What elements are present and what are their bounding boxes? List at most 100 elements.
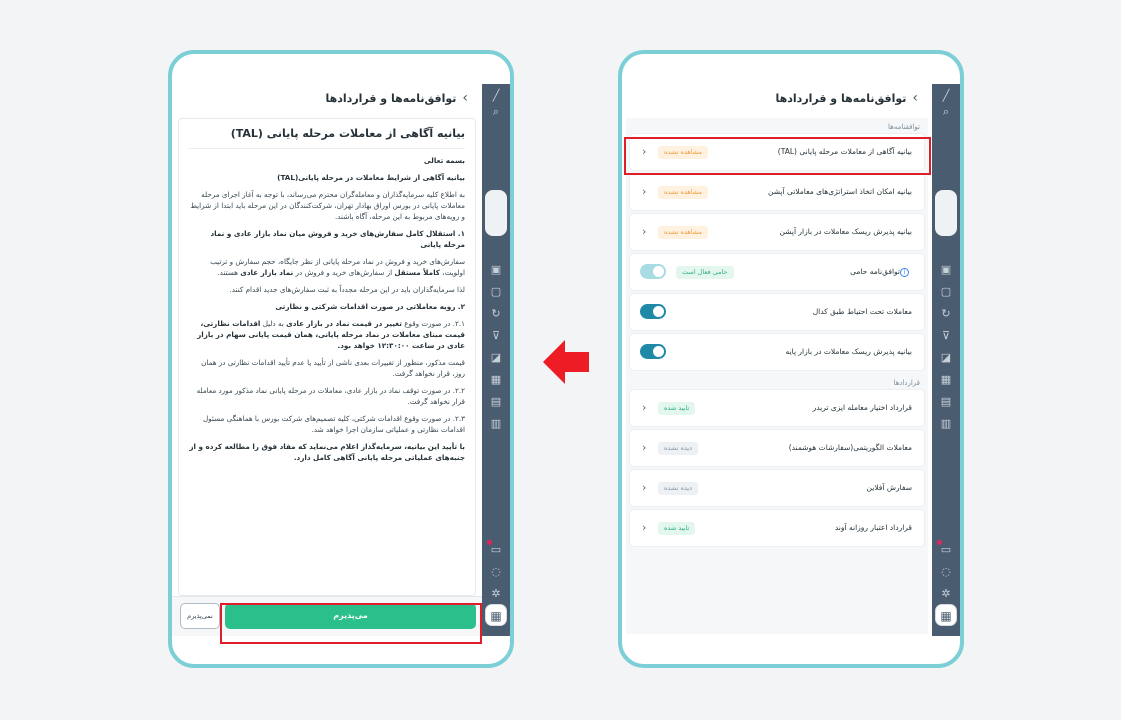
settings-icon[interactable]: ✲ (938, 586, 954, 602)
menu-icon[interactable]: ╱ (938, 88, 954, 104)
s1-text-e: هستند. (217, 268, 238, 277)
item-label: معاملات الگوریتمی(سفارشات هوشمند) (788, 443, 912, 452)
chart-icon[interactable]: ◪ (938, 350, 954, 366)
doc-section-21: ۲.۱. در صورت وقوع تغییر در قیمت نماد در … (189, 318, 465, 351)
doc-section-1-body: سفارش‌های خرید و فروش در نماد مرحله پایا… (189, 256, 465, 278)
doc-section-1-title: ۱. استقلال کامل سفارش‌های خرید و فروش می… (210, 229, 465, 249)
side-rail: ╱ ⌕ ▣ ▢ ↻ ⊽ ◪ ▦ ▤ ▥ ▭ ◌ ✲ (932, 84, 960, 636)
status-badge: تایید شده (658, 402, 696, 415)
refresh-icon[interactable]: ↻ (488, 306, 504, 322)
item-label: سفارش آفلاین (866, 483, 912, 492)
list-item-contract-avand[interactable]: قرارداد اعتبار روزانه آوند تایید شده ‹ (630, 510, 924, 546)
chart-icon[interactable]: ◪ (488, 350, 504, 366)
codal-caution-toggle[interactable] (640, 304, 666, 319)
filter-icon[interactable]: ⊽ (938, 328, 954, 344)
status-badge: مشاهده نشده (658, 186, 708, 199)
chevron-left-icon: ‹ (642, 225, 647, 238)
gift-icon[interactable]: ▣ (488, 262, 504, 278)
info-icon[interactable]: i (900, 267, 909, 277)
accept-highlight-box (220, 603, 482, 644)
tal-item-highlight-box (624, 137, 931, 175)
page-title: توافق‌نامه‌ها و قراردادها (325, 91, 457, 105)
doc-section-22: ۲.۲. در صورت توقف نماد در بازار عادی، مع… (196, 386, 465, 406)
search-icon[interactable]: ⌕ (488, 104, 504, 120)
s1-text-d: نماد بازار عادی (240, 268, 294, 277)
item-label: قرارداد اعتبار روزانه آوند (834, 523, 912, 532)
doc-intro: به اطلاع کلیه سرمایه‌گذاران و معامله‌گرا… (190, 190, 465, 221)
page-header: توافق‌نامه‌ها و قراردادها ‹ (172, 82, 482, 114)
list-item-sponsor-agreement: iتوافق‌نامه حامی حامی فعال است (630, 254, 924, 290)
item-label: بیانیه پذیرش ریسک معاملات در بازار آپشن (779, 227, 912, 236)
item-label: بیانیه امکان اتخاذ استراتژی‌های معاملاتی… (768, 187, 912, 196)
rail-active-tab[interactable] (485, 190, 507, 236)
doc-section-2-title: ۲. رویه معاملاتی در صورت اقدامات شرکتی و… (275, 302, 465, 311)
doc-final: با تأیید این بیانیه، سرمایه‌گذار اعلام م… (189, 442, 465, 462)
menu-icon[interactable]: ╱ (488, 88, 504, 104)
s21-text-c: به دلیل (262, 319, 284, 328)
status-badge: دیده نشده (658, 442, 699, 455)
list-item-contract-algo[interactable]: معاملات الگوریتمی(سفارشات هوشمند) دیده ن… (630, 430, 924, 466)
section-contracts-label: قراردادها (893, 379, 920, 387)
bar-chart-icon[interactable]: ▥ (488, 416, 504, 432)
search-icon[interactable]: ⌕ (938, 104, 954, 120)
status-badge: دیده نشده (658, 482, 699, 495)
rail-active-tab[interactable] (935, 190, 957, 236)
statement-document: بیانیه آگاهی از معاملات مرحله پایانی (TA… (178, 118, 476, 596)
item-label: قرارداد اختیار معامله ایزی تریدر (812, 403, 912, 412)
wallet-icon[interactable]: ▢ (488, 284, 504, 300)
chat-icon[interactable]: ▭ (488, 542, 504, 558)
filter-icon[interactable]: ⊽ (488, 328, 504, 344)
side-rail: ╱ ⌕ ▣ ▢ ↻ ⊽ ◪ ▦ ▤ ▥ ▭ ◌ ✲ (482, 84, 510, 636)
s21-text-b: تغییر در قیمت نماد در بازار عادی (286, 319, 402, 328)
base-market-risk-toggle[interactable] (640, 344, 666, 359)
chat-icon[interactable]: ▭ (938, 542, 954, 558)
chevron-left-icon: ‹ (642, 185, 647, 198)
grid-icon[interactable]: ▦ (488, 372, 504, 388)
doc-section-21-note: قیمت مذکور، منظور از تغییرات بعدی ناشی ا… (201, 358, 465, 378)
bar-chart-icon[interactable]: ▥ (938, 416, 954, 432)
chevron-left-icon: ‹ (642, 521, 647, 534)
archive-icon[interactable]: ▤ (938, 394, 954, 410)
back-chevron-icon[interactable]: ‹ (462, 90, 468, 106)
document-title: بیانیه آگاهی از معاملات مرحله پایانی (TA… (189, 127, 465, 149)
item-label: معاملات تحت احتیاط طبق کدال (812, 307, 912, 316)
archive-icon[interactable]: ▤ (488, 394, 504, 410)
settings-icon[interactable]: ✲ (488, 586, 504, 602)
agreements-list: توافقنامه‌ها بیانیه آگاهی از معاملات مرح… (626, 118, 928, 634)
wallet-icon[interactable]: ▢ (938, 284, 954, 300)
list-item-codal-caution[interactable]: معاملات تحت احتیاط طبق کدال (630, 294, 924, 330)
grid-icon[interactable]: ▦ (938, 372, 954, 388)
list-item-contract-offline[interactable]: سفارش آفلاین دیده نشده ‹ (630, 470, 924, 506)
status-badge: مشاهده نشده (658, 226, 708, 239)
list-item-option-risk[interactable]: بیانیه پذیرش ریسک معاملات در بازار آپشن … (630, 214, 924, 250)
support-icon[interactable]: ◌ (938, 564, 954, 580)
doc-section-1-note: لذا سرمایه‌گذاران باید در این مرحله مجدد… (229, 285, 466, 294)
back-chevron-icon[interactable]: ‹ (912, 90, 918, 106)
s21-text-a: ۲.۱. در صورت وقوع (404, 319, 465, 328)
left-phone-frame: ╱ ⌕ ▣ ▢ ↻ ⊽ ◪ ▦ ▤ ▥ ▭ ◌ ✲ ▦ توافق‌نامه‌ه… (168, 50, 514, 668)
apps-grid-icon[interactable]: ▦ (935, 604, 957, 626)
item-label: توافق‌نامه حامی (850, 267, 900, 276)
chevron-left-icon: ‹ (642, 481, 647, 494)
list-item-option-strategies[interactable]: بیانیه امکان اتخاذ استراتژی‌های معاملاتی… (630, 174, 924, 210)
s1-text-b: کاملاً مستقل (394, 268, 440, 277)
page-title: توافق‌نامه‌ها و قراردادها (775, 91, 907, 105)
arrow-left-icon (543, 340, 589, 384)
s1-text-c: از سفارش‌های خرید و فروش در (295, 268, 393, 277)
status-badge: تایید شده (658, 522, 696, 535)
gift-icon[interactable]: ▣ (938, 262, 954, 278)
list-item-contract-easytrader[interactable]: قرارداد اختیار معامله ایزی تریدر تایید ش… (630, 390, 924, 426)
list-item-base-market-risk[interactable]: بیانیه پذیرش ریسک معاملات در بازار پایه (630, 334, 924, 370)
chevron-left-icon: ‹ (642, 401, 647, 414)
item-label-wrap: iتوافق‌نامه حامی (850, 254, 912, 290)
support-icon[interactable]: ◌ (488, 564, 504, 580)
page-header: توافق‌نامه‌ها و قراردادها ‹ (622, 82, 932, 114)
apps-grid-icon[interactable]: ▦ (485, 604, 507, 626)
status-badge: حامی فعال است (676, 266, 734, 279)
doc-section-23: ۲.۳. در صورت وقوع اقدامات شرکتی، کلیه تص… (202, 414, 465, 434)
refresh-icon[interactable]: ↻ (938, 306, 954, 322)
reject-button[interactable]: نمی‌پذیرم (180, 603, 220, 629)
doc-bismillah: بسمه تعالی (423, 156, 465, 165)
section-agreements-label: توافقنامه‌ها (888, 123, 920, 131)
sponsor-toggle (640, 264, 666, 279)
